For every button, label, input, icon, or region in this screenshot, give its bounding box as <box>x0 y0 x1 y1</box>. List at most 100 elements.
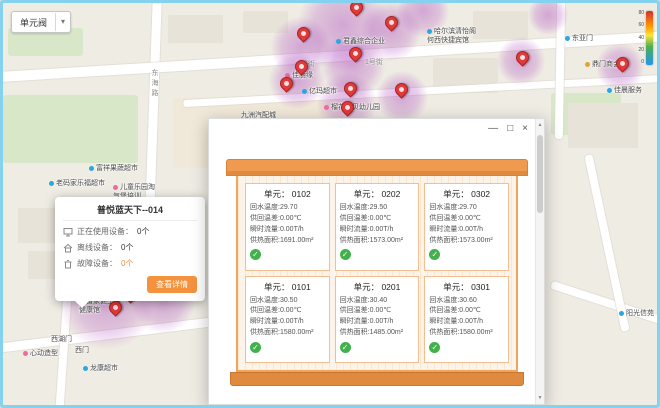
heat-cabinet: 单元： 0102 回水温度:29.70 供回温差:0.00℃ 瞬时流量:0.00… <box>226 159 528 386</box>
road-label: 东海路 <box>149 69 159 99</box>
unit-id: 单元： 0102 <box>250 188 325 200</box>
scroll-down-icon[interactable]: ▼ <box>536 395 544 401</box>
scrollbar-thumb[interactable] <box>537 135 543 213</box>
unit-cell-0301[interactable]: 单元： 0301 回水温度:30.60 供回温差:0.00℃ 瞬时流量:0.00… <box>424 276 509 364</box>
status-ok-icon: ✓ <box>429 342 440 353</box>
unit-metric: 瞬时流量:0.00T/h <box>250 317 325 328</box>
status-ok-icon: ✓ <box>250 249 261 260</box>
unit-cell-0101[interactable]: 单元： 0101 回水温度:30.50 供回温差:0.00℃ 瞬时流量:0.00… <box>245 276 330 364</box>
poi-dot-icon <box>427 29 432 34</box>
poi-dot-icon <box>89 166 94 171</box>
unit-cell-0201[interactable]: 单元： 0201 回水温度:30.40 供回温差:0.00℃ 瞬时流量:0.00… <box>335 276 420 364</box>
unit-id: 单元： 0201 <box>340 281 415 293</box>
map-label: 老码家乐福超市 <box>49 179 105 188</box>
map-marker[interactable] <box>513 48 531 66</box>
monitor-icon <box>63 227 73 237</box>
unit-metric: 供回温差:0.00℃ <box>340 214 415 225</box>
poi-dot-icon <box>23 351 28 356</box>
legend-tick: 40 <box>638 36 644 41</box>
unit-metric: 供回温差:0.00℃ <box>250 214 325 225</box>
layer-type-select[interactable]: 单元阀 ▾ <box>11 11 71 33</box>
legend-ticks: 80 60 40 20 0 <box>638 11 644 65</box>
legend-tick: 60 <box>638 23 644 28</box>
chevron-down-icon[interactable]: ▾ <box>55 13 70 31</box>
unit-metric: 供回温差:0.00℃ <box>429 214 504 225</box>
home-icon <box>63 243 73 253</box>
modal-scrollbar[interactable]: ▲ ▼ <box>535 119 544 404</box>
map-label: 西湖门 <box>51 335 72 344</box>
unit-metric: 供热面积:1691.00m² <box>250 236 325 247</box>
map-marker[interactable] <box>347 3 365 17</box>
station-title: 普悦蓝天下--014 <box>63 203 197 221</box>
unit-metric: 回水温度:29.70 <box>250 203 325 214</box>
map-label: 东亚门 <box>565 34 593 43</box>
map-building <box>568 103 638 148</box>
poi-dot-icon <box>302 89 307 94</box>
close-icon[interactable]: × <box>522 124 528 134</box>
poi-dot-icon <box>565 36 570 41</box>
status-ok-icon: ✓ <box>340 342 351 353</box>
unit-id: 单元： 0302 <box>429 188 504 200</box>
unit-metric: 回水温度:30.40 <box>340 296 415 307</box>
row-value: 0个 <box>137 226 149 237</box>
cabinet-base <box>230 372 524 386</box>
app-window: 君鑫综合企业哈尔滨清怡阁 何西快捷宾馆东亚门鼎门商会馆佳丽缘亿玛超市榴花宝贝幼儿… <box>0 0 660 408</box>
map-marker[interactable] <box>382 13 400 31</box>
unit-cell-0202[interactable]: 单元： 0202 回水温度:29.50 供回温差:0.00℃ 瞬时流量:0.00… <box>335 183 420 271</box>
unit-metric: 瞬时流量:0.00T/h <box>340 225 415 236</box>
scroll-up-icon[interactable]: ▲ <box>536 122 544 128</box>
minimize-icon[interactable]: — <box>488 124 498 134</box>
modal-window-controls: — □ × <box>488 124 528 134</box>
legend-tick: 0 <box>638 60 644 65</box>
map-road <box>550 281 657 333</box>
poi-dot-icon <box>113 185 118 190</box>
map-building <box>243 11 288 33</box>
view-details-button[interactable]: 查看详情 <box>147 276 197 293</box>
unit-metric: 供热面积:1580.00m² <box>429 328 504 339</box>
unit-cell-0102[interactable]: 单元： 0102 回水温度:29.70 供回温差:0.00℃ 瞬时流量:0.00… <box>245 183 330 271</box>
map-label: 西门 <box>75 346 89 355</box>
offline-devices-row: 离线设备： 0个 <box>63 242 197 253</box>
unit-detail-modal: — □ × 单元： 0102 回水温度:29.70 供回温差:0.00℃ 瞬时流… <box>208 118 545 405</box>
row-value: 0个 <box>121 258 133 269</box>
legend-tick: 20 <box>638 48 644 53</box>
unit-metric: 回水温度:29.50 <box>340 203 415 214</box>
unit-metric: 供回温差:0.00℃ <box>250 306 325 317</box>
unit-metric: 瞬时流量:0.00T/h <box>429 317 504 328</box>
unit-cell-0302[interactable]: 单元： 0302 回水温度:29.70 供回温差:0.00℃ 瞬时流量:0.00… <box>424 183 509 271</box>
map-label: 富祥果蔬超市 <box>89 164 138 173</box>
row-label: 正在使用设备： <box>77 226 133 237</box>
unit-metric: 瞬时流量:0.00T/h <box>250 225 325 236</box>
status-ok-icon: ✓ <box>250 342 261 353</box>
unit-metric: 供热面积:1485.00m² <box>340 328 415 339</box>
poi-dot-icon <box>585 62 590 67</box>
layer-type-value: 单元阀 <box>12 16 55 29</box>
status-ok-icon: ✓ <box>340 249 351 260</box>
poi-dot-icon <box>619 311 624 316</box>
map-label: 哈尔滨清怡阁 何西快捷宾馆 <box>427 27 476 45</box>
poi-dot-icon <box>49 181 54 186</box>
fault-devices-row: 故障设备： 0个 <box>63 258 197 269</box>
row-value: 0个 <box>121 242 133 253</box>
poi-dot-icon <box>336 39 341 44</box>
unit-metric: 供回温差:0.00℃ <box>340 306 415 317</box>
trash-icon <box>63 259 73 269</box>
map-marker[interactable] <box>613 54 631 72</box>
map-building <box>473 11 528 39</box>
legend-gradient-bar <box>646 11 653 65</box>
poi-dot-icon <box>83 366 88 371</box>
unit-id: 单元： 0202 <box>340 188 415 200</box>
unit-metric: 瞬时流量:0.00T/h <box>429 225 504 236</box>
map-green-area <box>3 95 138 163</box>
cabinet-lid <box>226 159 528 176</box>
maximize-icon[interactable]: □ <box>507 124 513 134</box>
map-building <box>168 15 223 43</box>
station-info-popup: 普悦蓝天下--014 正在使用设备： 0个 离线设备： 0个 故障设备： 0个 … <box>55 197 205 301</box>
row-label: 离线设备： <box>77 242 117 253</box>
unit-metric: 回水温度:30.60 <box>429 296 504 307</box>
map-marker[interactable] <box>294 24 312 42</box>
in-use-devices-row: 正在使用设备： 0个 <box>63 226 197 237</box>
unit-metric: 供热面积:1573.00m² <box>429 236 504 247</box>
row-label: 故障设备： <box>77 258 117 269</box>
unit-metric: 回水温度:29.70 <box>429 203 504 214</box>
